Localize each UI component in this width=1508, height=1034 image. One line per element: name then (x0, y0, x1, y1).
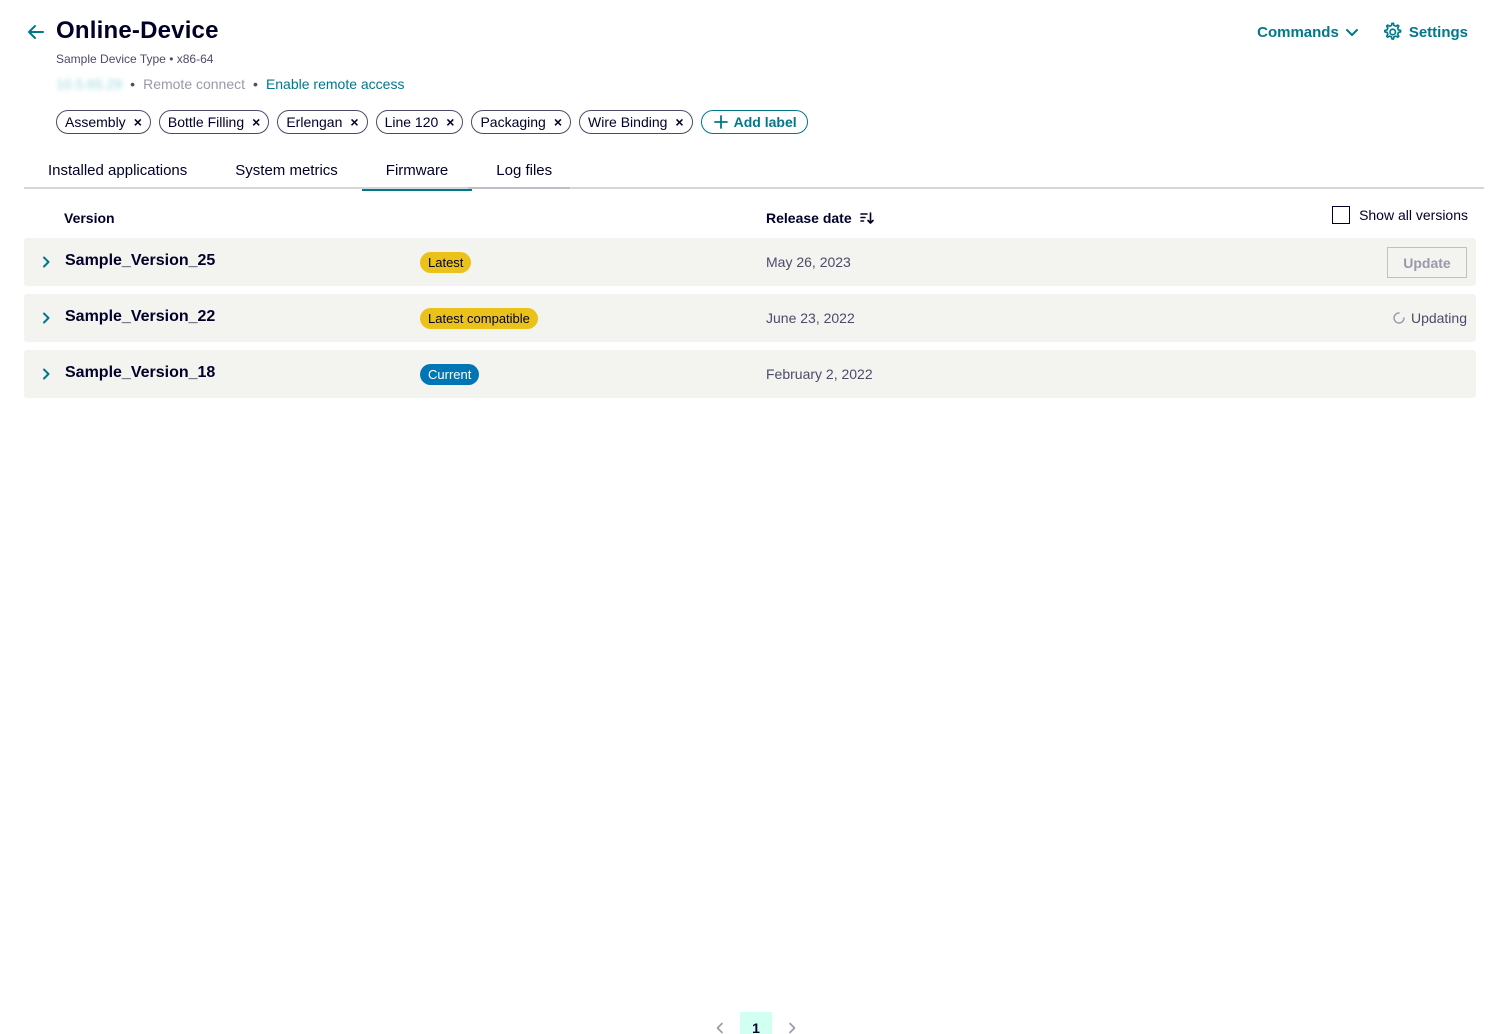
chevron-right-icon (43, 256, 50, 268)
updating-label: Updating (1410, 310, 1467, 326)
connection-row: 10.5.65.29 • Remote connect • Enable rem… (56, 76, 404, 92)
expand-row-button[interactable] (36, 364, 56, 384)
arrow-left-icon (28, 25, 44, 39)
version-name: Sample_Version_22 (65, 308, 216, 325)
chevron-left-icon (716, 1022, 723, 1034)
expand-row-button[interactable] (36, 308, 56, 328)
tab-divider (468, 187, 570, 189)
commands-dropdown[interactable]: Commands (1257, 24, 1359, 41)
status-badge: Latest compatible (420, 308, 538, 329)
plus-icon (713, 115, 728, 129)
settings-button[interactable]: Settings (1381, 21, 1468, 43)
table-row: Sample_Version_22 Latest compatible June… (24, 294, 1476, 342)
label-chip-erlengan: Erlengan × (277, 110, 368, 134)
separator-dot: • (253, 76, 258, 92)
show-all-versions-label: Show all versions (1359, 207, 1468, 223)
close-icon[interactable]: × (446, 115, 454, 129)
chevron-right-icon (43, 368, 50, 380)
release-date: June 23, 2022 (766, 310, 855, 326)
add-label-text: Add label (733, 114, 797, 130)
remote-connect-link: Remote connect (143, 76, 246, 92)
add-label-button[interactable]: Add label (700, 110, 808, 134)
back-button[interactable] (24, 20, 48, 44)
label-chip-line-120: Line 120 × (375, 110, 464, 134)
firmware-page: Online-Device Sample Device Type • x86-6… (0, 0, 1508, 1034)
close-icon[interactable]: × (134, 115, 142, 129)
label-list: Assembly × Bottle Filling × Erlengan × L… (56, 110, 808, 134)
status-badge: Latest (420, 252, 472, 273)
device-type: Sample Device Type (56, 52, 166, 66)
page-title: Online-Device (56, 17, 219, 44)
tab-bar: Installed applications System metrics Fi… (24, 152, 1484, 191)
column-header-version: Version (64, 210, 115, 226)
close-icon[interactable]: × (554, 115, 562, 129)
pagination: 1 (708, 1012, 804, 1034)
status-badge: Current (420, 364, 480, 385)
label-text: Wire Binding (588, 114, 668, 130)
enable-remote-access-link[interactable]: Enable remote access (266, 76, 405, 92)
gear-icon (1383, 22, 1402, 40)
tab-installed-applications[interactable]: Installed applications (24, 152, 211, 189)
label-text: Assembly (65, 114, 126, 130)
tab-log-files[interactable]: Log files (472, 152, 576, 189)
version-name: Sample_Version_25 (65, 252, 216, 269)
release-date: February 2, 2022 (766, 366, 873, 382)
update-button[interactable]: Update (1387, 247, 1467, 278)
sort-descending-icon (859, 212, 874, 224)
chevron-right-icon (43, 312, 50, 324)
device-subtitle: Sample Device Type • x86-64 (56, 52, 213, 66)
chevron-right-icon (789, 1022, 796, 1034)
updating-status: Updating (1393, 310, 1467, 326)
expand-row-button[interactable] (36, 252, 56, 272)
version-name: Sample_Version_18 (65, 364, 216, 381)
show-all-versions-checkbox[interactable] (1332, 206, 1351, 224)
tab-system-metrics[interactable]: System metrics (211, 152, 362, 189)
commands-label: Commands (1257, 23, 1339, 41)
spinner-icon (1393, 312, 1405, 324)
column-header-release-date[interactable]: Release date (766, 210, 874, 226)
close-icon[interactable]: × (675, 115, 683, 129)
chevron-down-icon (1345, 29, 1358, 36)
release-date-label: Release date (766, 210, 852, 226)
table-row: Sample_Version_25 Latest May 26, 2023 Up… (24, 238, 1476, 286)
close-icon[interactable]: × (350, 115, 358, 129)
label-chip-packaging: Packaging × (471, 110, 572, 134)
label-chip-assembly: Assembly × (56, 110, 151, 134)
table-row: Sample_Version_18 Current February 2, 20… (24, 350, 1476, 398)
separator-dot: • (130, 76, 136, 92)
settings-label: Settings (1408, 23, 1468, 41)
header-actions: Commands Settings (1257, 21, 1468, 43)
label-chip-bottle-filling: Bottle Filling × (158, 110, 270, 134)
previous-page-button[interactable] (708, 1016, 732, 1034)
next-page-button[interactable] (780, 1016, 804, 1034)
separator-dot: • (169, 52, 174, 66)
close-icon[interactable]: × (252, 115, 260, 129)
label-text: Packaging (480, 114, 546, 130)
show-all-versions-toggle[interactable]: Show all versions (1332, 206, 1468, 224)
label-chip-wire-binding: Wire Binding × (579, 110, 693, 134)
page-number-button[interactable]: 1 (740, 1012, 772, 1034)
ip-address: 10.5.65.29 (56, 76, 123, 92)
label-text: Bottle Filling (167, 114, 245, 130)
release-date: May 26, 2023 (766, 254, 851, 270)
label-text: Line 120 (384, 114, 439, 130)
device-architecture: x86-64 (176, 52, 214, 66)
label-text: Erlengan (286, 114, 343, 130)
tab-firmware[interactable]: Firmware (361, 152, 473, 191)
